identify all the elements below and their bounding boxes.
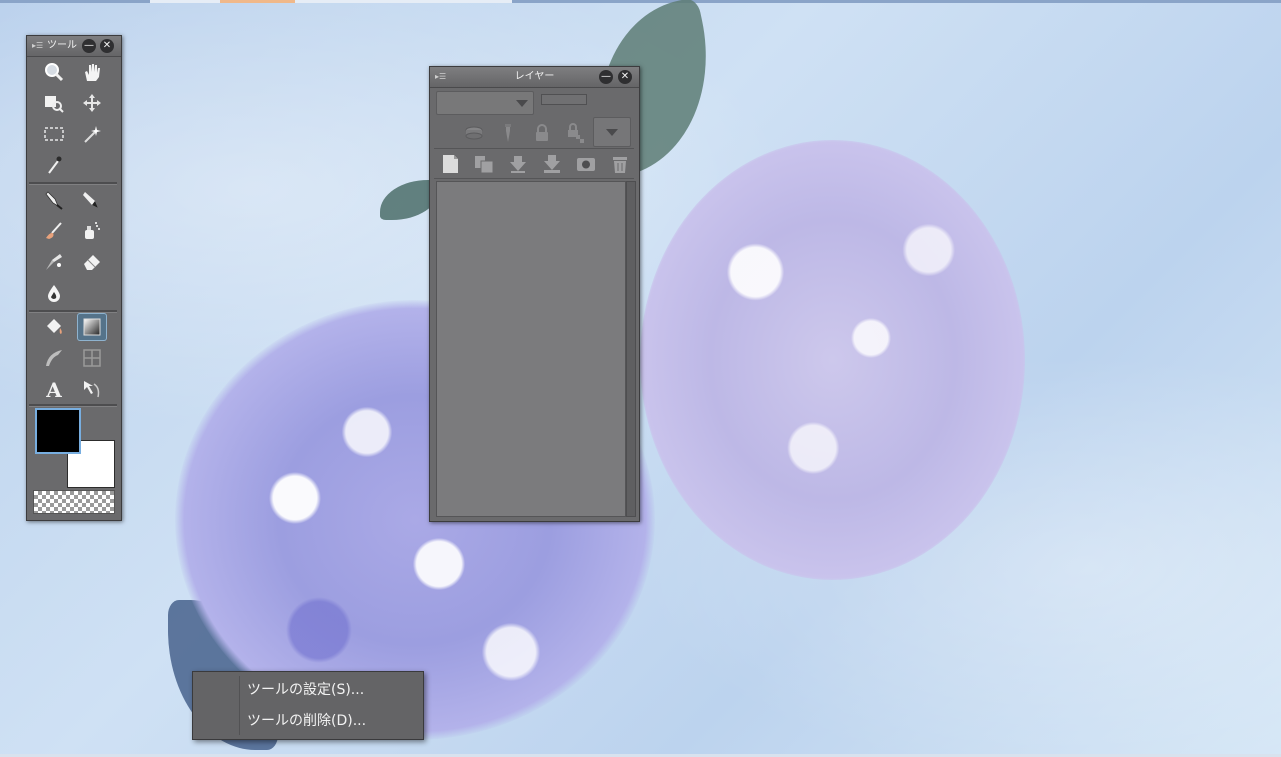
new-raster-layer-button[interactable] <box>436 150 464 178</box>
transparent-color-swatch[interactable] <box>33 490 115 514</box>
new-folder-button[interactable] <box>470 150 498 178</box>
correct-line-icon <box>84 381 100 398</box>
frame-tool-button[interactable] <box>77 344 107 372</box>
frame-border-icon <box>83 349 101 367</box>
figure-tool-button[interactable] <box>39 344 69 372</box>
text-tool-button[interactable]: A <box>39 375 69 403</box>
tool-palette-title: ツール <box>47 40 77 51</box>
close-icon[interactable]: ✕ <box>100 39 114 53</box>
brush-icon <box>46 222 62 239</box>
auto-select-tool-button[interactable] <box>77 120 107 148</box>
layer-list[interactable] <box>436 181 626 517</box>
merge-down-button[interactable] <box>504 150 532 178</box>
eyedropper-icon <box>48 156 62 174</box>
layer-command-toolbar <box>434 150 634 180</box>
new-raster-layer-icon <box>443 155 458 173</box>
chevron-down-icon <box>606 129 618 136</box>
blend-mode-select[interactable] <box>436 91 534 115</box>
draft-layer-button[interactable] <box>494 119 522 147</box>
menu-item-tool-settings[interactable]: ツールの設定(S)... <box>247 678 364 702</box>
main-color-swatch[interactable] <box>35 408 81 454</box>
figure-curve-icon <box>46 350 62 366</box>
toolbar-divider <box>434 148 634 149</box>
merge-down-icon <box>510 156 526 173</box>
move-layer-icon <box>83 94 101 112</box>
brush-tool-button[interactable] <box>39 217 69 245</box>
tool-group-separator <box>29 404 117 407</box>
minimize-icon[interactable]: — <box>599 70 613 84</box>
toolbar-divider <box>434 178 634 179</box>
eraser-icon <box>84 255 100 270</box>
lock-transparent-button[interactable] <box>562 119 590 147</box>
pencil-tool-button[interactable] <box>77 186 107 214</box>
gradient-icon <box>83 318 101 336</box>
merge-visible-icon <box>544 155 560 173</box>
mask-icon <box>577 158 595 171</box>
layer-property-menu-button[interactable] <box>593 117 631 147</box>
reference-layer-button[interactable] <box>460 119 488 147</box>
layer-list-scrollbar[interactable] <box>626 181 636 517</box>
move-layer-tool-button[interactable] <box>77 89 107 117</box>
airbrush-tool-button[interactable] <box>77 217 107 245</box>
lock-layer-button[interactable] <box>528 119 556 147</box>
minimize-icon[interactable]: — <box>82 39 96 53</box>
text-icon: A <box>45 378 62 400</box>
lock-transparent-icon <box>568 123 584 143</box>
palette-menu-icon[interactable]: ▸☰ <box>32 41 43 50</box>
layer-palette-title: レイヤー <box>514 71 555 82</box>
gradient-tool-button[interactable] <box>77 313 107 341</box>
chevron-down-icon <box>516 100 528 107</box>
tool-context-menu: ツールの設定(S)... ツールの削除(D)... <box>192 671 424 740</box>
merge-visible-button[interactable] <box>538 150 566 178</box>
fill-bucket-icon <box>47 319 62 334</box>
close-icon[interactable]: ✕ <box>618 70 632 84</box>
blend-drop-icon <box>48 285 60 302</box>
tool-palette-titlebar[interactable]: ▸☰ ツール — ✕ <box>27 36 121 57</box>
correct-line-tool-button[interactable] <box>77 375 107 403</box>
tool-palette: ▸☰ ツール — ✕ A <box>26 35 122 521</box>
menu-item-delete-tool[interactable]: ツールの削除(D)... <box>247 709 366 733</box>
operation-tool-button[interactable] <box>39 89 69 117</box>
magic-wand-icon <box>84 126 101 143</box>
eraser-tool-button[interactable] <box>77 248 107 276</box>
eyedropper-tool-button[interactable] <box>39 151 69 179</box>
lock-icon <box>536 124 548 141</box>
layer-palette-titlebar[interactable]: ▸☰ レイヤー — ✕ <box>430 67 639 88</box>
decoration-tool-button[interactable] <box>39 248 69 276</box>
layer-palette: ▸☰ レイヤー — ✕ <box>429 66 640 522</box>
trash-icon <box>613 157 627 173</box>
selection-tool-button[interactable] <box>39 120 69 148</box>
object-select-icon <box>45 96 64 113</box>
zoom-tool-button[interactable] <box>39 58 69 86</box>
hydrangea-image <box>640 140 1025 580</box>
pencil-icon <box>83 192 98 208</box>
new-folder-icon <box>475 156 494 174</box>
fill-tool-button[interactable] <box>39 313 69 341</box>
draft-layer-icon <box>505 124 511 142</box>
desktop-background <box>0 0 1281 757</box>
menu-icon-gutter <box>239 676 240 735</box>
hand-icon <box>85 64 100 81</box>
delete-layer-button[interactable] <box>606 150 634 178</box>
tool-group-separator <box>29 182 117 185</box>
layer-mask-button[interactable] <box>572 150 600 178</box>
magnifier-icon <box>45 63 64 82</box>
pen-nib-icon <box>45 191 63 210</box>
top-edge-strip <box>0 0 1281 3</box>
hand-tool-button[interactable] <box>77 58 107 86</box>
opacity-field[interactable] <box>541 94 587 105</box>
palette-menu-icon[interactable]: ▸☰ <box>435 72 446 81</box>
pen-tool-button[interactable] <box>39 186 69 214</box>
airbrush-icon <box>85 222 100 239</box>
rect-selection-icon <box>44 127 64 141</box>
reference-layer-icon <box>465 126 483 140</box>
blend-tool-button[interactable] <box>39 279 69 307</box>
svg-text:A: A <box>45 378 62 400</box>
decoration-icon <box>46 254 62 270</box>
